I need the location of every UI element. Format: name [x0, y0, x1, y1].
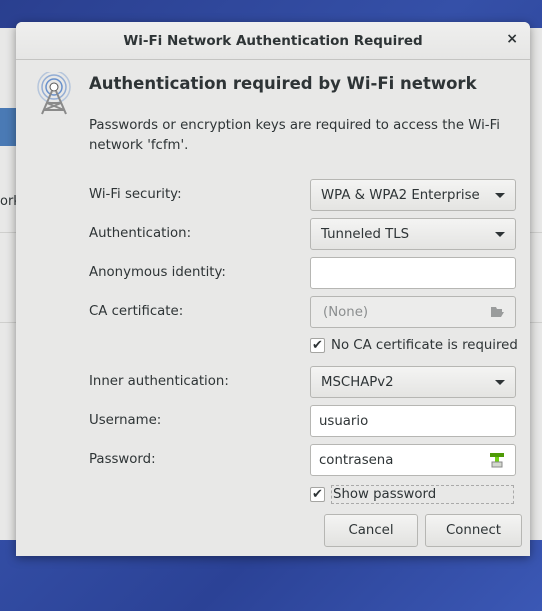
- checkbox-check-icon: ✔: [310, 338, 325, 353]
- authentication-label: Authentication:: [89, 226, 192, 241]
- wifi-security-select[interactable]: WPA & WPA2 Enterprise: [310, 179, 516, 211]
- anonymous-identity-label: Anonymous identity:: [89, 265, 226, 280]
- chevron-down-icon: [495, 192, 505, 198]
- ca-certificate-label: CA certificate:: [89, 304, 184, 319]
- password-value: contrasena: [319, 452, 394, 468]
- connect-button[interactable]: Connect: [425, 514, 522, 547]
- dialog-description: Passwords or encryption keys are require…: [89, 118, 500, 153]
- inner-auth-select[interactable]: MSCHAPv2: [310, 366, 516, 398]
- username-label: Username:: [89, 413, 162, 428]
- wifi-security-label: Wi-Fi security:: [89, 187, 182, 202]
- ca-certificate-chooser[interactable]: (None): [310, 296, 516, 328]
- authentication-select[interactable]: Tunneled TLS: [310, 218, 516, 250]
- dialog-heading: Authentication required by Wi-Fi network: [89, 74, 477, 93]
- password-storage-icon[interactable]: [489, 452, 505, 468]
- wifi-security-value: WPA & WPA2 Enterprise: [321, 187, 480, 203]
- folder-open-icon: [491, 307, 504, 317]
- wifi-tower-icon: [37, 72, 71, 115]
- inner-auth-label: Inner authentication:: [89, 374, 229, 389]
- cancel-button[interactable]: Cancel: [324, 514, 418, 547]
- password-input[interactable]: contrasena: [310, 444, 516, 476]
- dialog-title: Wi-Fi Network Authentication Required: [123, 32, 423, 49]
- username-input[interactable]: usuario: [310, 405, 516, 437]
- background-tab: [0, 108, 16, 146]
- wifi-auth-dialog: Wi-Fi Network Authentication Required × …: [16, 22, 530, 556]
- chevron-down-icon: [495, 231, 505, 237]
- authentication-value: Tunneled TLS: [321, 226, 410, 242]
- ca-certificate-value: (None): [323, 304, 369, 320]
- title-bar: Wi-Fi Network Authentication Required ×: [16, 22, 530, 60]
- show-password-label: Show password: [331, 485, 514, 504]
- checkbox-check-icon: ✔: [310, 487, 325, 502]
- anonymous-identity-input[interactable]: [310, 257, 516, 289]
- no-ca-required-label: No CA certificate is required: [331, 338, 518, 353]
- password-label: Password:: [89, 452, 156, 467]
- chevron-down-icon: [495, 379, 505, 385]
- inner-auth-value: MSCHAPv2: [321, 374, 394, 390]
- no-ca-required-checkbox[interactable]: ✔ No CA certificate is required: [310, 338, 518, 353]
- close-icon[interactable]: ×: [506, 31, 518, 47]
- show-password-checkbox[interactable]: ✔ Show password: [310, 485, 514, 504]
